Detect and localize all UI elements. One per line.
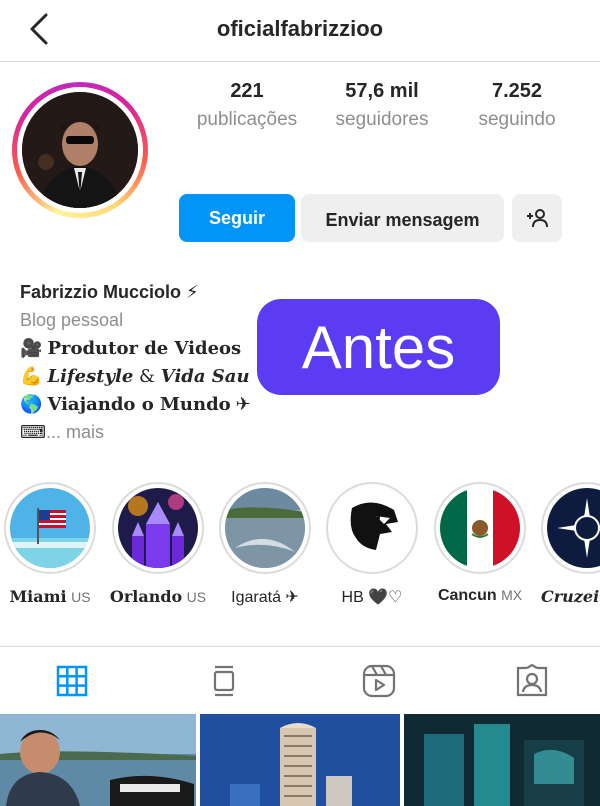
follow-button[interactable]: Seguir (179, 194, 295, 242)
stat-posts-label: publicações (196, 109, 298, 130)
suggest-user-button[interactable] (512, 194, 562, 242)
profile-avatar[interactable] (12, 82, 148, 218)
grid-icon (56, 665, 88, 697)
highlight-cover (332, 488, 412, 568)
keyboard-emoji-icon: ⌨ (20, 422, 46, 442)
highlight-cover (547, 488, 600, 568)
bio-line-travel: Viajando o Mundo (47, 394, 231, 415)
highlight-cover (10, 488, 90, 568)
highlight-cover (118, 488, 198, 568)
bio-line-health: Vida Sau (160, 366, 250, 387)
profile-username: oficialfabrizzioo (216, 16, 384, 41)
reels-icon (362, 664, 396, 698)
highlight-cancun[interactable]: Cancun MX (434, 482, 526, 604)
post-thumbnail[interactable] (200, 714, 400, 806)
tagged-icon (516, 664, 548, 697)
tab-posts-grid[interactable] (52, 663, 92, 699)
highlight-igarata[interactable]: Igaratá ✈ (219, 482, 311, 606)
highlight-miami[interactable]: Miami US (4, 482, 96, 606)
stat-following[interactable]: 7.252 seguindo (452, 80, 582, 131)
highlight-title: Cancun (437, 587, 497, 604)
stat-posts[interactable]: 221 publicações (182, 80, 312, 131)
tab-tagged[interactable] (512, 663, 552, 699)
bio-more-link[interactable]: ⌨... mais (20, 422, 320, 450)
stat-followers-label: seguidores (335, 109, 429, 130)
highlight-title: Miami (9, 587, 67, 606)
airplane-emoji-icon: ✈ (230, 394, 251, 414)
stat-posts-count: 221 (230, 80, 264, 102)
profile-category: Blog pessoal (20, 310, 124, 330)
profile-tabs (0, 646, 600, 714)
avatar-photo (22, 92, 138, 208)
muscle-emoji-icon: 💪 (20, 366, 43, 386)
bio-line-lifestyle: Lifestyle (47, 366, 134, 387)
tab-reels[interactable] (359, 663, 399, 699)
stat-followers[interactable]: 57,6 mil seguidores (317, 80, 447, 131)
profile-fullname: Fabrizzio Mucciolo ⚡ (20, 282, 199, 302)
feed-icon (213, 665, 235, 697)
highlight-title: Cruzeir (541, 587, 600, 606)
highlight-orlando[interactable]: Orlando US (110, 482, 206, 606)
bio-line-producer: Produtor de Videos (47, 338, 242, 359)
overlay-badge: Antes (257, 299, 500, 395)
stat-following-label: seguindo (478, 109, 556, 130)
profile-header: oficialfabrizzioo (0, 0, 600, 62)
add-user-icon (527, 209, 548, 228)
highlight-cover (440, 488, 520, 568)
highlight-title: Orlando (109, 587, 183, 606)
more-label: ... mais (45, 422, 104, 442)
post-thumbnail[interactable] (404, 714, 600, 806)
highlight-cover (225, 488, 305, 568)
globe-emoji-icon: 🌎 (20, 394, 43, 414)
tab-feed[interactable] (204, 663, 244, 699)
highlight-hb[interactable]: HB 🖤♡ (326, 482, 418, 606)
post-thumbnail[interactable] (0, 714, 196, 806)
highlight-title: HB (341, 589, 364, 606)
highlight-title: Igaratá (231, 589, 281, 606)
message-button[interactable]: Enviar mensagem (301, 194, 504, 242)
stat-following-count: 7.252 (491, 80, 543, 102)
highlight-cruzeiro[interactable]: Cruzeir (541, 482, 600, 606)
camera-emoji-icon: 🎥 (20, 338, 43, 358)
stat-followers-count: 57,6 mil (345, 80, 419, 102)
